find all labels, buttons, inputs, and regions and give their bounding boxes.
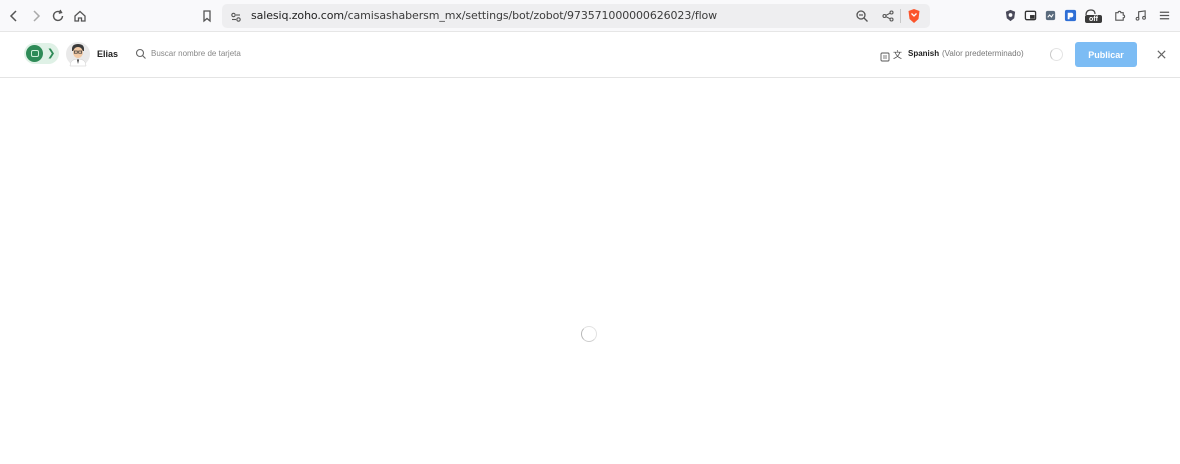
media-icon[interactable] [1133,8,1148,23]
bot-builder-header: ❯ Elias 文 Spanish (Valor predeterminado)… [0,32,1180,78]
bookmark-icon[interactable] [197,6,217,26]
avatar[interactable] [66,41,90,67]
language-default-note: (Valor predeterminado) [942,49,1024,58]
blue-extension-icon[interactable] [1063,8,1078,23]
extension-badge: off [1089,16,1098,23]
site-info-icon[interactable] [230,10,242,22]
chevron-right-icon: ❯ [47,48,56,59]
picture-in-picture-icon[interactable] [1023,8,1038,23]
screenshot-extension-icon[interactable] [1043,8,1058,23]
url-divider [900,9,901,23]
toggle-off-extension-icon[interactable]: off [1083,8,1105,23]
menu-icon[interactable] [1157,8,1172,23]
url-host: salesiq.zoho.com [251,9,344,22]
forward-icon[interactable] [26,6,46,26]
address-bar[interactable]: salesiq.zoho.com/camisashabersm_mx/setti… [222,4,930,28]
language-list-icon[interactable] [880,49,890,62]
bot-name[interactable]: Elias [97,49,118,59]
close-icon[interactable] [1154,47,1168,61]
bot-status-toggle[interactable]: ❯ [24,43,59,64]
shield-extension-icon[interactable] [1003,8,1018,23]
back-icon[interactable] [4,6,24,26]
search-icon [135,47,147,59]
home-icon[interactable] [70,6,90,26]
browser-toolbar: salesiq.zoho.com/camisashabersm_mx/setti… [0,0,1180,32]
language-selector[interactable]: Spanish [908,49,939,58]
reload-icon[interactable] [48,6,68,26]
bot-status-icon [26,45,43,62]
publish-button[interactable]: Publicar [1075,42,1137,67]
loading-spinner [1050,48,1063,61]
brave-shield-icon[interactable] [907,8,921,24]
zoom-icon[interactable] [855,9,869,23]
share-icon[interactable] [881,9,895,23]
card-search-input[interactable] [151,45,351,61]
url-path: /camisashabersm_mx/settings/bot/zobot/97… [343,9,718,22]
url-text: salesiq.zoho.com/camisashabersm_mx/setti… [251,9,717,22]
puzzle-extensions-icon[interactable] [1112,8,1127,23]
translate-icon[interactable]: 文 [893,48,902,61]
canvas-loading-spinner [581,326,597,342]
flow-canvas[interactable] [0,79,1180,464]
